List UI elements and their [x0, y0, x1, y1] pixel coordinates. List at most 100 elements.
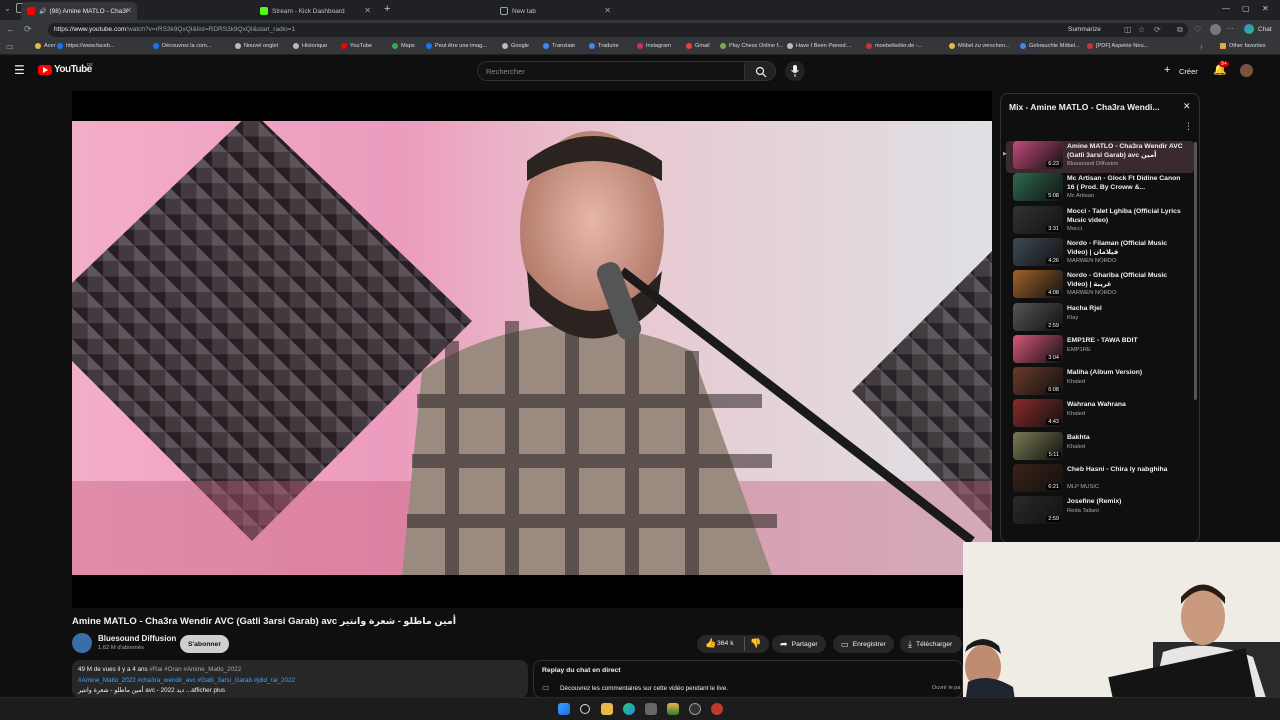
search-taskbar-icon[interactable]	[580, 704, 590, 714]
playlist-item[interactable]: 3:31 Mocci - Talet Lghiba (Official Lyric…	[1006, 205, 1194, 238]
collections-icon[interactable]: ▭	[6, 42, 14, 51]
like-icon[interactable]: 👍	[705, 638, 716, 649]
address-bar[interactable]: https://www.youtube.com/watch?v=rRS3k9Qx…	[48, 23, 1188, 37]
obs-icon[interactable]	[689, 703, 701, 715]
chat-button[interactable]: Chat	[1258, 26, 1272, 33]
bookmark-item[interactable]: Découvrez la com...	[153, 43, 211, 49]
dislike-icon[interactable]: 👎	[750, 638, 761, 649]
playlist-item-title[interactable]: Bakhta	[1067, 433, 1187, 442]
playlist-thumbnail[interactable]: 4:43	[1013, 399, 1063, 428]
playlist-item-title[interactable]: Mc Artisan - Glock Ft Didine Canon 16 ( …	[1067, 174, 1187, 192]
playlist-thumbnail[interactable]: 3:04	[1013, 334, 1063, 363]
user-avatar[interactable]	[1240, 64, 1253, 77]
close-tab-icon[interactable]: ✕	[364, 6, 371, 15]
desc-tags[interactable]: #Rai #Oran #Amine_Matlo_2022	[149, 666, 241, 673]
bookmark-item[interactable]: moebelkeller.de -...	[866, 43, 922, 49]
bookmark-item[interactable]: https://www.faceb...	[57, 43, 115, 49]
like-count[interactable]: 364 k	[717, 640, 734, 647]
recording-app-icon[interactable]	[711, 703, 723, 715]
maximize-icon[interactable]: ▢	[1242, 4, 1250, 13]
share-button[interactable]: ➦ Partager	[772, 635, 826, 653]
bookmark-item[interactable]: Nouvel onglet	[235, 43, 278, 49]
create-button[interactable]: Créer	[1179, 67, 1198, 76]
playlist-thumbnail[interactable]: 6:23	[1013, 141, 1063, 169]
playlist-item-title[interactable]: Nordo - Filaman (Official Music Video) |…	[1067, 239, 1187, 257]
desc-more[interactable]: أمين ماطلو - شعرة وانتير avc - 2022 ديد …	[78, 687, 225, 694]
playlist-thumbnail[interactable]: 3:31	[1013, 205, 1063, 234]
bookmark-item[interactable]: Peut être une imag...	[426, 43, 487, 49]
bookmark-item[interactable]: Translate	[543, 43, 575, 49]
playlist-thumbnail[interactable]: 6:08	[1013, 367, 1063, 396]
voice-search-button[interactable]	[785, 61, 805, 81]
playlist-item[interactable]: 4:08 Nordo - Ghariba (Official Music Vide…	[1006, 270, 1194, 302]
playlist-item-title[interactable]: Amine MATLO - Cha3ra Wendir AVC (Gatli 3…	[1067, 142, 1187, 160]
bookmark-item[interactable]: YouTube	[341, 43, 372, 49]
bookmark-item[interactable]: Maps	[392, 43, 415, 49]
playlist-item[interactable]: 6:23 Amine MATLO - Cha3ra Wendir AVC (Gat…	[1003, 141, 1194, 173]
summarize-button[interactable]: Summarize	[1068, 26, 1101, 33]
bookmark-item[interactable]: Have I Been Pwned:...	[787, 43, 852, 49]
bookmark-item[interactable]: Möbel zu verschen...	[949, 43, 1010, 49]
edge-browser-icon[interactable]	[623, 703, 635, 715]
playlist-thumbnail[interactable]: 2:59	[1013, 302, 1063, 331]
bookmark-item[interactable]: Historique	[293, 43, 327, 49]
tab-youtube[interactable]: 🔊 (98) Amine MATLO - Cha3r ✕	[21, 2, 137, 20]
playlist-item-title[interactable]: Maliha (Album Version)	[1067, 368, 1187, 377]
playlist-item[interactable]: 2:59 Josefine (Remix) Reda Taliani	[1006, 496, 1194, 528]
search-input[interactable]: Rechercher	[477, 61, 745, 81]
extensions-icon[interactable]: ⧉	[1177, 25, 1183, 35]
close-tab-icon[interactable]: ✕	[604, 6, 611, 15]
subscribe-button[interactable]: S'abonner	[180, 635, 229, 653]
playlist-item[interactable]: 2:59 Hacha Rjel Klay	[1006, 302, 1194, 335]
channel-name[interactable]: Bluesound Diffusion	[98, 634, 176, 643]
playlist-scrollbar[interactable]	[1194, 142, 1197, 400]
playlist-thumbnail[interactable]: 5:11	[1013, 431, 1063, 460]
refresh-icon[interactable]: ⟳	[1154, 25, 1161, 34]
playlist-item[interactable]: 5:11 Bakhta Khaled	[1006, 431, 1194, 464]
tab-kick[interactable]: Stream - Kick Dashboard ✕	[254, 2, 376, 20]
bookmark-item[interactable]: Instagram	[637, 43, 671, 49]
open-chat-button[interactable]: Ouvrir le pa	[932, 685, 960, 691]
search-button[interactable]	[745, 61, 776, 81]
more-options-icon[interactable]: ⋯	[1226, 24, 1234, 33]
back-icon[interactable]: ←	[6, 24, 15, 34]
bookmark-item[interactable]: Google	[502, 43, 529, 49]
minimize-icon[interactable]: —	[1222, 4, 1230, 13]
desc-hashtags[interactable]: #Amine_Matlo_2022 #cha3ra_wendir_avc #Ga…	[78, 677, 295, 684]
file-explorer-icon[interactable]	[601, 703, 613, 715]
store-icon[interactable]	[645, 703, 657, 715]
playlist-item-title[interactable]: Mocci - Talet Lghiba (Official Lyrics Mu…	[1067, 207, 1187, 225]
hamburger-menu-icon[interactable]: ☰	[14, 63, 25, 77]
playlist-thumbnail[interactable]: 2:59	[1013, 496, 1063, 525]
youtube-logo-icon[interactable]	[38, 65, 52, 75]
playlist-item[interactable]: 5:08 Mc Artisan - Glock Ft Didine Canon 1…	[1006, 173, 1194, 205]
playlist-item[interactable]: 3:04 EMP1RE - TAWA BDIT EMP1RE	[1006, 334, 1194, 367]
playlist-item-title[interactable]: EMP1RE - TAWA BDIT	[1067, 336, 1187, 345]
playlist-item-title[interactable]: Hacha Rjel	[1067, 304, 1187, 313]
playlist-thumbnail[interactable]: 4:26	[1013, 237, 1063, 266]
bookmark-item[interactable]: [PDF] Aspekte Neu...	[1087, 43, 1148, 49]
playlist-item[interactable]: 6:21 Cheb Hasni - Chira ly nabghiha MLP MU…	[1006, 464, 1194, 496]
profile-avatar[interactable]	[1210, 24, 1221, 35]
playlist-thumbnail[interactable]: 5:08	[1013, 173, 1063, 202]
favorites-icon[interactable]: ♡	[1194, 25, 1201, 34]
app-icon[interactable]	[667, 703, 679, 715]
bookmark-item[interactable]: Traduire	[589, 43, 619, 49]
other-favorites[interactable]: Other favorites	[1220, 43, 1266, 49]
save-button[interactable]: ▭ Enregistrer	[833, 635, 894, 653]
download-button[interactable]: ⤓ Télécharger	[900, 635, 963, 653]
playlist-item-title[interactable]: Cheb Hasni - Chira ly nabghiha	[1067, 465, 1187, 474]
close-window-icon[interactable]: ✕	[1262, 4, 1269, 13]
favorite-star-icon[interactable]: ☆	[1138, 25, 1145, 34]
bookmark-item[interactable]: Acer	[35, 43, 56, 49]
playlist-menu-icon[interactable]: ⋮	[1184, 121, 1193, 132]
video-player[interactable]	[72, 91, 992, 608]
video-frame[interactable]	[72, 121, 992, 575]
chevron-right-icon[interactable]: ›	[1200, 42, 1203, 51]
tab-newtab[interactable]: New tab ✕	[494, 2, 616, 20]
bookmark-item[interactable]: Gebrauchte Möbel...	[1020, 43, 1080, 49]
speaker-icon[interactable]: 🔊	[39, 8, 46, 15]
playlist-thumbnail[interactable]: 6:21	[1013, 464, 1063, 492]
playlist-item[interactable]: 4:43 Wahrana Wahrana Khaled	[1006, 399, 1194, 431]
bookmark-item[interactable]: Play Chess Online f...	[720, 43, 783, 49]
